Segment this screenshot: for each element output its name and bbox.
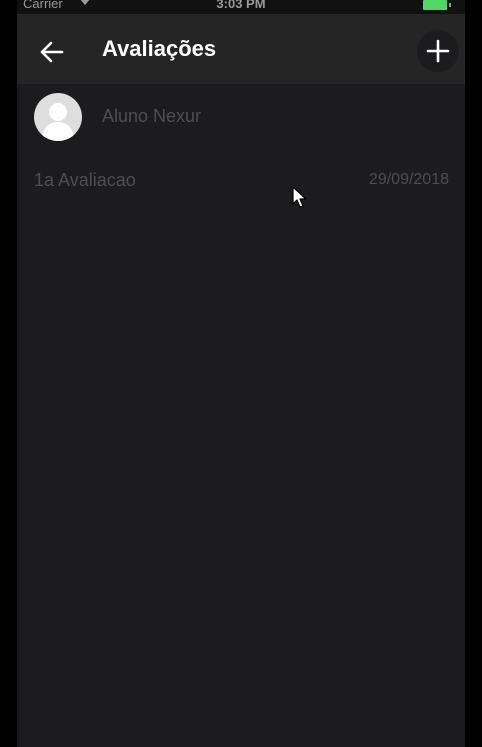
page-title: Avaliações [102, 36, 217, 61]
arrow-left-icon [40, 41, 64, 63]
avatar [34, 93, 82, 141]
person-silhouette-icon [42, 103, 74, 141]
evaluation-date: 29/09/2018 [368, 171, 449, 188]
mouse-pointer-icon [292, 186, 308, 210]
app-screen: Carrier 3:03 PM Avaliações Aluno Nexur 1… [17, 0, 465, 747]
battery-icon [423, 0, 447, 10]
add-evaluation-button[interactable] [417, 30, 459, 72]
evaluation-title: 1a Avaliacao [34, 170, 136, 190]
plus-icon [426, 39, 450, 63]
app-bar: Avaliações [17, 14, 465, 84]
cursor-arrow-glyph [292, 186, 307, 208]
evaluation-list-item[interactable]: 1a Avaliacao 29/09/2018 [17, 160, 465, 204]
student-profile-row: Aluno Nexur [17, 84, 465, 150]
battery-tip [449, 3, 451, 7]
student-name: Aluno Nexur [102, 106, 202, 126]
status-bar: Carrier 3:03 PM [17, 0, 465, 14]
back-button[interactable] [34, 34, 70, 70]
status-time: 3:03 PM [216, 0, 266, 11]
